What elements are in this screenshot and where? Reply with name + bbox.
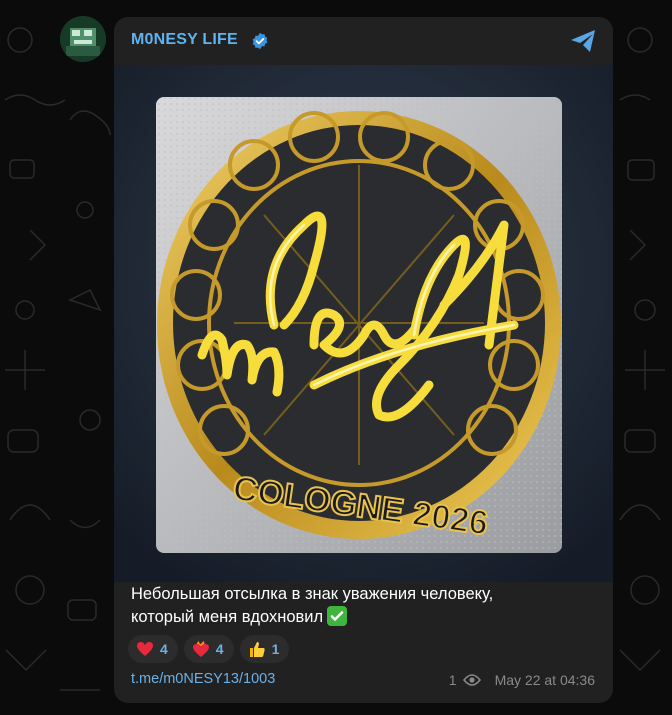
eye-icon (462, 674, 481, 686)
channel-post: M0NESY LIFE COLOGNE 2026 Небольшая отсыл… (114, 17, 613, 703)
caption-line-2: который меня вдохновил (131, 608, 324, 626)
heart-on-fire-icon (192, 641, 209, 657)
reaction-count: 1 (271, 641, 280, 657)
post-meta: 1 May 22 at 04:36 (449, 672, 595, 688)
reaction-red-heart[interactable]: 4 (128, 635, 178, 663)
channel-name[interactable]: M0NESY LIFE (131, 31, 238, 49)
reactions-bar: 4 4 1 (128, 635, 290, 663)
check-mark-icon (327, 606, 348, 626)
views-count: 1 (448, 672, 457, 688)
reaction-heart-on-fire[interactable]: 4 (183, 635, 234, 663)
sticker-image[interactable]: COLOGNE 2026 (114, 65, 613, 582)
post-link[interactable]: t.me/m0NESY13/1003 (131, 671, 275, 687)
verified-badge-icon (252, 32, 268, 50)
post-caption: Небольшая отсылка в знак уважения челове… (131, 583, 601, 629)
caption-line-1: Небольшая отсылка в знак уважения челове… (131, 585, 494, 603)
post-date: May 22 at 04:36 (494, 672, 595, 688)
channel-avatar[interactable] (60, 16, 106, 62)
reaction-count: 4 (160, 641, 168, 657)
red-heart-icon (137, 642, 153, 656)
reaction-thumbs-up[interactable]: 1 (239, 635, 290, 663)
reaction-count: 4 (215, 641, 224, 657)
thumbs-up-icon (249, 642, 265, 657)
share-icon[interactable] (569, 28, 597, 54)
post-header: M0NESY LIFE (114, 17, 613, 65)
